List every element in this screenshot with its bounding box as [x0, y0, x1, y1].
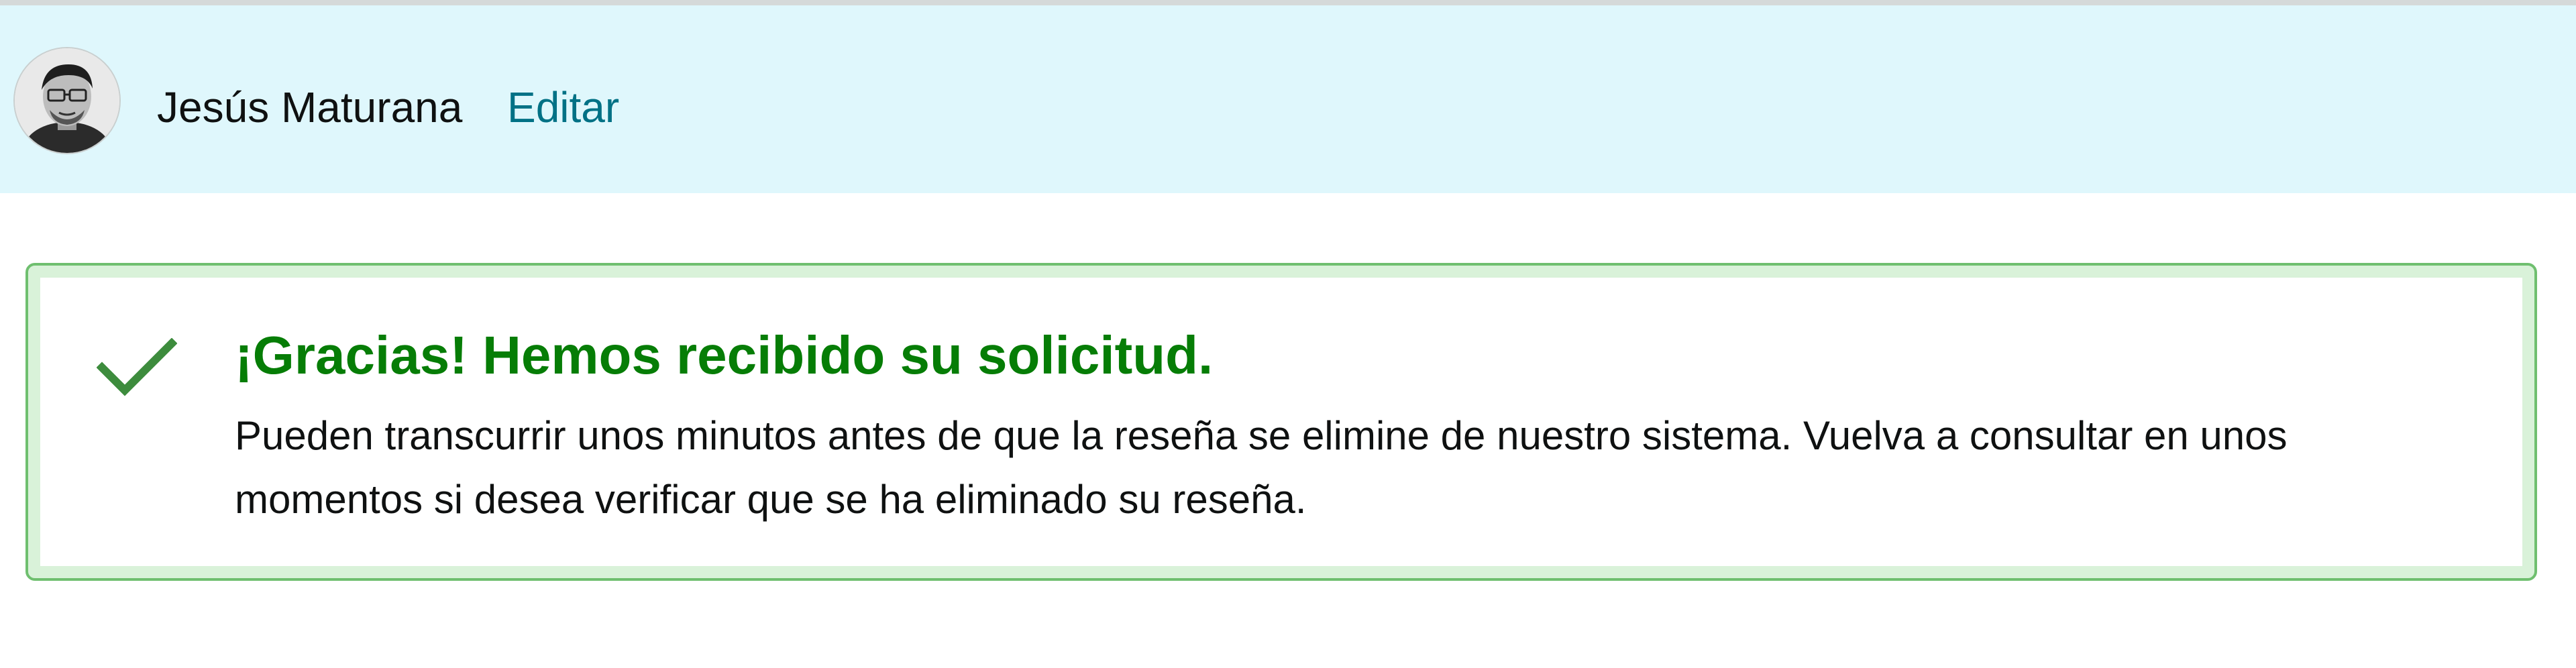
profile-header: Jesús Maturana Editar [0, 5, 2576, 193]
checkmark-icon [97, 338, 177, 396]
success-alert-content: ¡Gracias! Hemos recibido su solicitud. P… [40, 278, 2522, 566]
top-divider [0, 0, 2576, 5]
user-name: Jesús Maturana [157, 83, 463, 131]
success-alert: ¡Gracias! Hemos recibido su solicitud. P… [25, 263, 2537, 581]
alert-title: ¡Gracias! Hemos recibido su solicitud. [235, 325, 1214, 385]
user-avatar-icon[interactable] [15, 48, 119, 153]
edit-profile-link[interactable]: Editar [507, 78, 619, 137]
alert-message: Pueden transcurrir unos minutos antes de… [235, 413, 2288, 522]
